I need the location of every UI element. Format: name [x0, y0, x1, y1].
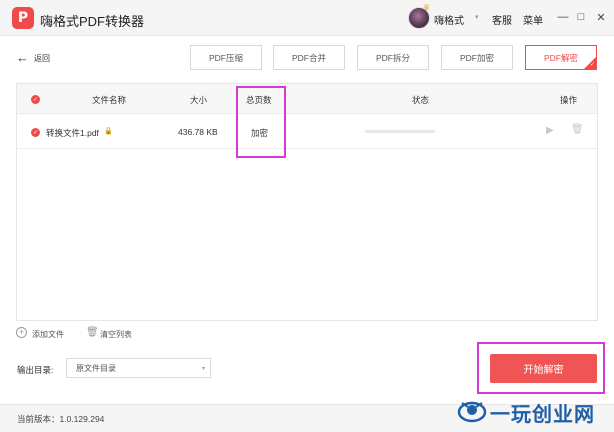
- user-name[interactable]: 嗨格式: [434, 12, 464, 27]
- progress-bar: [365, 130, 435, 133]
- select-all-checkbox[interactable]: ✓: [31, 95, 40, 104]
- app-logo: P: [12, 7, 34, 29]
- lock-icon: 🔒: [104, 128, 113, 135]
- customer-service-link[interactable]: 客服: [492, 12, 512, 27]
- tab-pdf-merge[interactable]: PDF合并: [273, 45, 345, 70]
- col-header-name: 文件名称: [92, 95, 127, 105]
- back-arrow-icon[interactable]: ←: [16, 50, 29, 65]
- selected-check-icon: ✓: [589, 62, 595, 68]
- tab-pdf-encrypt[interactable]: PDF加密: [441, 45, 513, 70]
- add-file-button[interactable]: 添加文件: [32, 329, 64, 340]
- trash-icon[interactable]: 🗑: [571, 124, 584, 135]
- file-name: 转换文件1.pdf: [46, 128, 99, 138]
- output-dir-label: 输出目录:: [17, 365, 54, 375]
- tab-pdf-split[interactable]: PDF拆分: [357, 45, 429, 70]
- add-icon[interactable]: +: [16, 327, 27, 338]
- start-decrypt-button[interactable]: 开始解密: [490, 354, 597, 383]
- crown-icon: ♛: [423, 3, 431, 12]
- minimize-icon[interactable]: —: [556, 10, 570, 24]
- chevron-down-icon: ▾: [201, 366, 205, 372]
- col-header-actions: 操作: [560, 95, 578, 105]
- row-divider: [17, 148, 597, 149]
- menu-link[interactable]: 菜单: [523, 12, 543, 27]
- tab-pdf-decrypt[interactable]: PDF解密 ✓: [525, 45, 597, 70]
- col-header-size: 大小: [190, 95, 208, 105]
- back-button[interactable]: 返回: [34, 53, 50, 64]
- tab-pdf-decrypt-label: PDF解密: [543, 52, 578, 63]
- output-dir-select[interactable]: 原文件目录 ▾: [66, 358, 211, 378]
- watermark-logo-icon: [457, 401, 487, 423]
- watermark-text: 一玩创业网: [490, 402, 595, 426]
- version-text: 当前版本：1.0.129.294: [17, 414, 105, 424]
- file-table: [16, 83, 598, 321]
- clear-list-icon[interactable]: 🗑: [86, 327, 99, 338]
- output-dir-value: 原文件目录: [76, 363, 116, 373]
- highlight-box-pages: [236, 86, 286, 158]
- row-checkbox[interactable]: ✓: [31, 128, 40, 137]
- tab-pdf-compress[interactable]: PDF压缩: [190, 45, 262, 70]
- app-title: 嗨格式PDF转换器: [40, 14, 145, 29]
- user-dropdown-icon[interactable]: ▾: [475, 13, 479, 21]
- play-icon[interactable]: ▶: [546, 125, 554, 136]
- file-size: 436.78 KB: [178, 127, 218, 137]
- col-header-status: 状态: [412, 95, 430, 105]
- close-icon[interactable]: ✕: [594, 10, 608, 24]
- clear-list-button[interactable]: 清空列表: [100, 329, 132, 340]
- maximize-icon[interactable]: □: [574, 10, 588, 24]
